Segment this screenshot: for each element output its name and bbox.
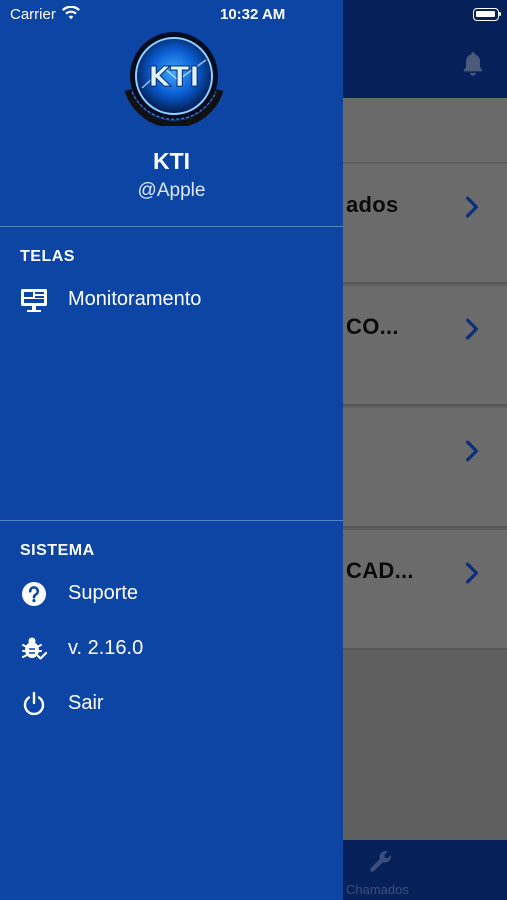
power-icon	[23, 691, 45, 716]
help-icon	[22, 582, 46, 606]
menu-item-label: v. 2.16.0	[68, 637, 144, 659]
menu-item-version[interactable]: v. 2.16.0	[0, 627, 343, 671]
divider	[0, 226, 343, 227]
clock-label: 10:32 AM	[220, 6, 286, 23]
bell-icon[interactable]	[460, 50, 486, 78]
divider	[0, 520, 343, 521]
section-title-telas: TELAS	[20, 248, 75, 265]
status-bar: Carrier 10:32 AM	[0, 0, 507, 30]
navigation-drawer: KTI KTI @Apple TELAS Monitoramento SISTE…	[0, 0, 343, 900]
menu-item-monitoramento[interactable]: Monitoramento	[0, 278, 343, 322]
chevron-right-icon	[465, 196, 479, 218]
monitor-icon	[21, 289, 47, 312]
menu-item-label: Suporte	[68, 582, 139, 604]
tab-chamados-label[interactable]: Chamados	[346, 882, 409, 897]
chevron-right-icon	[465, 318, 479, 340]
menu-item-label: Sair	[68, 692, 104, 714]
menu-item-label: Monitoramento	[68, 288, 202, 310]
bug-check-icon	[22, 637, 48, 660]
logo-text: KTI	[148, 60, 199, 93]
section-title-sistema: SISTEMA	[20, 542, 95, 559]
wifi-icon	[62, 6, 80, 20]
card-text: CO...	[346, 314, 399, 339]
battery-icon	[473, 8, 501, 21]
card-text: ados	[346, 192, 399, 217]
menu-item-sair[interactable]: Sair	[0, 682, 343, 726]
chevron-right-icon	[465, 440, 479, 462]
kti-logo: KTI	[124, 32, 224, 126]
chevron-right-icon	[465, 562, 479, 584]
wrench-icon[interactable]	[368, 848, 394, 874]
carrier-label: Carrier	[10, 6, 56, 23]
card-text: CAD...	[346, 558, 414, 583]
menu-item-suporte[interactable]: Suporte	[0, 572, 343, 616]
profile-handle: @Apple	[137, 180, 206, 201]
profile-name: KTI	[152, 148, 191, 174]
